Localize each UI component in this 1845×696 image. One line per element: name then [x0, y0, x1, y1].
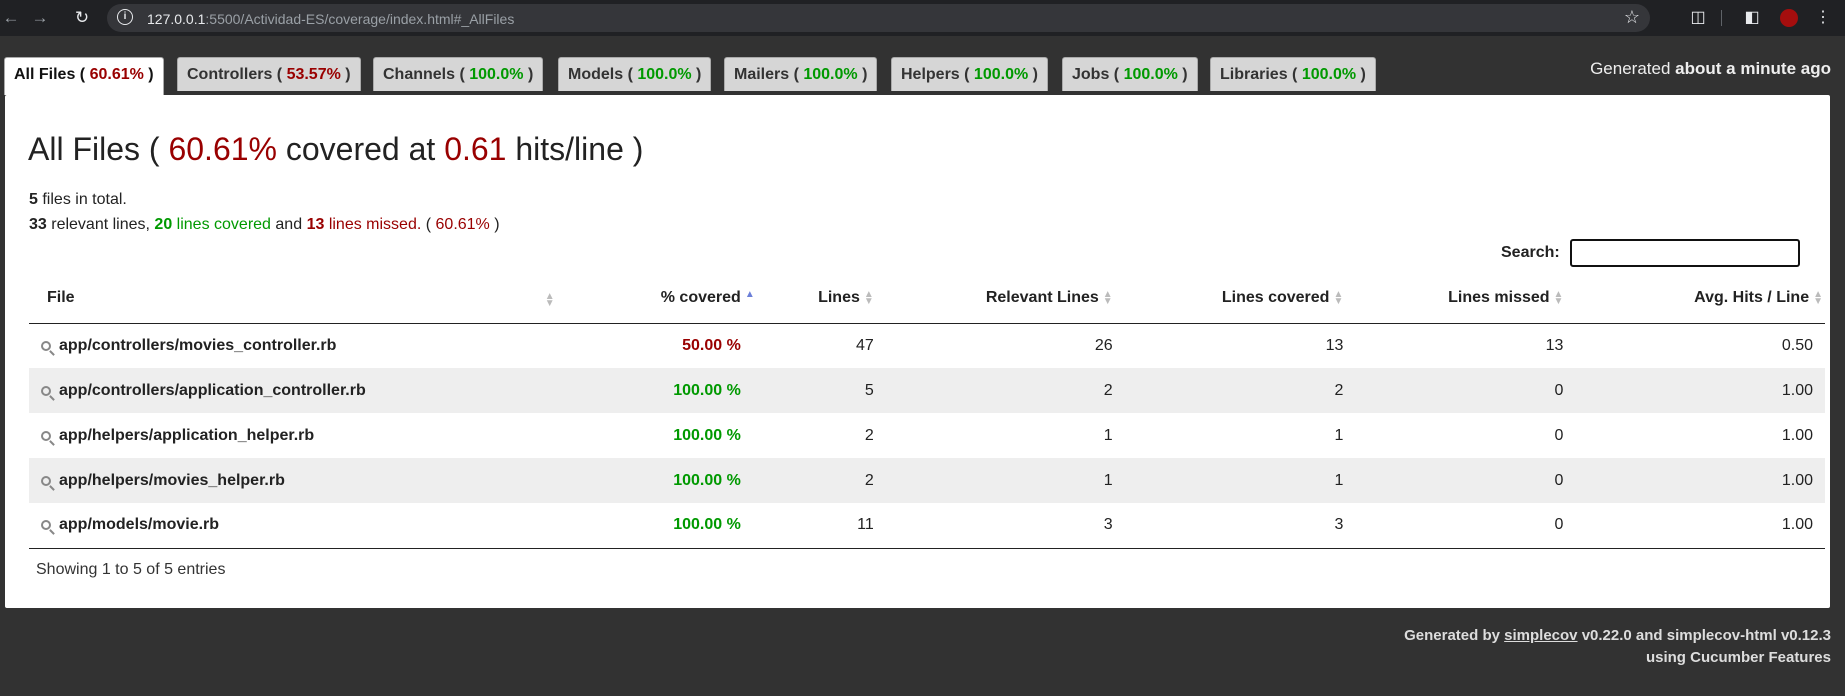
covered-percent: 100.00 %	[558, 503, 753, 549]
column-header-lines-covered[interactable]: Lines covered ▲ ▼	[1124, 273, 1356, 324]
search-input[interactable]	[1570, 239, 1800, 267]
lines-missed-cell: 0	[1355, 503, 1576, 549]
coverage-panel: All Files ( 60.61% covered at 0.61 hits/…	[5, 95, 1830, 608]
extensions-icon[interactable]: ◫	[1687, 7, 1709, 29]
bookmark-star-icon[interactable]: ☆	[1624, 7, 1640, 28]
file-link[interactable]: app/controllers/movies_controller.rb	[29, 323, 559, 368]
relevant-lines-cell: 26	[1094, 336, 1113, 354]
tab-controllers[interactable]: Controllers ( 53.57% )	[177, 57, 361, 91]
browser-toolbar: ← → ↻ i 127.0.0.1:5500/Actividad-ES/cove…	[0, 0, 1845, 36]
file-link[interactable]: app/controllers/application_controller.r…	[29, 368, 559, 413]
lines-cell: 2	[864, 426, 874, 444]
lines-missed-cell: 0	[1554, 426, 1564, 444]
footer-line2: using Cucumber Features	[1645, 649, 1831, 666]
column-header-covered[interactable]: % covered ▲	[558, 273, 755, 324]
file-link[interactable]: app/helpers/movies_helper.rb	[29, 458, 559, 503]
toolbar-divider	[1721, 10, 1722, 26]
lines-cell: 5	[752, 368, 886, 413]
search-label: Search:	[1501, 244, 1560, 261]
avg-hits-cell: 1.00	[1575, 503, 1825, 549]
tab-all-files[interactable]: All Files ( 60.61% )	[4, 57, 164, 95]
column-header-lines[interactable]: Lines ▲ ▼	[752, 273, 886, 324]
covered-percent: 50.00 %	[682, 336, 741, 354]
lines-covered-cell: 2	[1124, 368, 1356, 413]
covered-percent: 100.00 %	[558, 458, 753, 503]
table-row: app/helpers/application_helper.rb 100.00…	[29, 413, 1825, 458]
table-row: app/helpers/movies_helper.rb 100.00 % 2 …	[29, 458, 1825, 503]
footer: Generated by simplecov v0.22.0 and simpl…	[1404, 625, 1831, 669]
sort-icon: ▲ ▼	[1553, 288, 1564, 307]
column-header-file[interactable]: File ▲ ▼	[29, 273, 559, 324]
profile-avatar[interactable]	[1780, 9, 1798, 27]
tab-helpers[interactable]: Helpers ( 100.0% )	[891, 57, 1048, 91]
lines-cell: 47	[855, 336, 874, 354]
address-bar[interactable]: i 127.0.0.1:5500/Actividad-ES/coverage/i…	[107, 4, 1650, 32]
tab-jobs[interactable]: Jobs ( 100.0% )	[1062, 57, 1198, 91]
reload-icon[interactable]: ↻	[71, 7, 93, 29]
lines-cell: 11	[752, 503, 886, 549]
lines-cell: 2	[752, 458, 886, 503]
back-arrow-icon[interactable]: ←	[0, 7, 22, 29]
file-link[interactable]: app/models/movie.rb	[29, 503, 559, 549]
tab-mailers[interactable]: Mailers ( 100.0% )	[724, 57, 878, 91]
magnifier-icon	[41, 430, 51, 441]
avg-hits-cell: 0.50	[1781, 336, 1813, 354]
tab-channels[interactable]: Channels ( 100.0% )	[373, 57, 544, 91]
lines-covered-cell: 3	[1124, 503, 1356, 549]
magnifier-icon	[41, 520, 51, 531]
files-total-summary: 5 files in total.	[29, 191, 127, 208]
avg-hits-cell: 1.00	[1575, 458, 1825, 503]
lines-missed-cell: 0	[1355, 458, 1576, 503]
url-text[interactable]: 127.0.0.1:5500/Actividad-ES/coverage/ind…	[147, 11, 514, 27]
sort-icon: ▲ ▼	[863, 288, 874, 307]
lines-missed-cell: 0	[1355, 368, 1576, 413]
covered-percent: 100.00 %	[673, 426, 741, 444]
lines-summary: 33 relevant lines, 20 lines covered and …	[29, 216, 500, 233]
lines-missed-cell: 13	[1545, 336, 1564, 354]
relevant-lines-cell: 1	[1103, 426, 1113, 444]
file-link[interactable]: app/helpers/application_helper.rb	[29, 413, 559, 458]
sort-icon: ▲ ▼	[1813, 288, 1823, 307]
table-row: app/controllers/application_controller.r…	[29, 368, 1825, 413]
relevant-lines-cell: 3	[885, 503, 1125, 549]
lines-covered-cell: 1	[1124, 458, 1356, 503]
covered-percent: 100.00 %	[558, 368, 753, 413]
column-header-lines-missed[interactable]: Lines missed ▲ ▼	[1355, 273, 1576, 324]
tab-libraries[interactable]: Libraries ( 100.0% )	[1210, 57, 1376, 91]
magnifier-icon	[41, 475, 51, 486]
lines-covered-cell: 13	[1325, 336, 1344, 354]
tab-models[interactable]: Models ( 100.0% )	[558, 57, 712, 91]
lines-covered-cell: 1	[1334, 426, 1344, 444]
menu-kebab-icon[interactable]: ⋮	[1812, 7, 1834, 29]
sort-icon: ▲ ▼	[544, 291, 555, 309]
site-info-icon[interactable]: i	[117, 9, 133, 25]
relevant-lines-cell: 1	[885, 458, 1125, 503]
sort-icon: ▲ ▼	[1102, 288, 1113, 307]
side-panel-icon[interactable]: ◧	[1741, 7, 1763, 29]
avg-hits-cell: 1.00	[1781, 426, 1813, 444]
forward-arrow-icon[interactable]: →	[29, 7, 51, 29]
page-title: All Files ( 60.61% covered at 0.61 hits/…	[28, 131, 644, 167]
sort-icon: ▲ ▼	[1333, 288, 1344, 307]
table-info: Showing 1 to 5 of 5 entries	[36, 561, 226, 578]
simplecov-link[interactable]: simplecov	[1504, 627, 1577, 644]
relevant-lines-cell: 2	[885, 368, 1125, 413]
column-header-relevant-lines[interactable]: Relevant Lines ▲ ▼	[885, 273, 1125, 324]
avg-hits-cell: 1.00	[1575, 368, 1825, 413]
file-list-table: File ▲ ▼ % covered ▲ Lines ▲ ▼ Relevant Lines…	[29, 273, 1825, 549]
column-header-avg-hits[interactable]: Avg. Hits / Line ▲ ▼	[1575, 273, 1825, 324]
table-row: app/models/movie.rb 100.00 % 11 3 3 0 1.…	[29, 503, 1825, 549]
magnifier-icon	[41, 385, 51, 396]
magnifier-icon	[41, 340, 51, 351]
table-row: app/controllers/movies_controller.rb 50.…	[29, 323, 1825, 368]
generated-timestamp: Generated about a minute ago	[1590, 59, 1831, 78]
